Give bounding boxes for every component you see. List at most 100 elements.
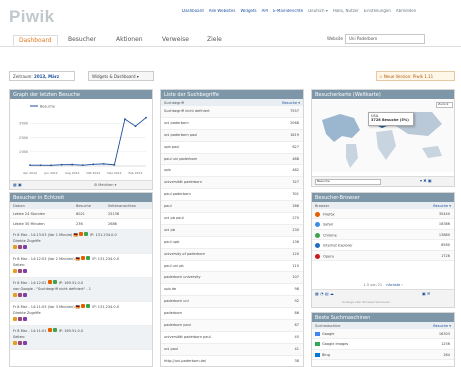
keyword-visits: 98 <box>294 287 299 292</box>
visit-log-item[interactable]: Fr 8 Mar - 14:12:02 IP: 169.51.0.0 von Go… <box>10 277 152 302</box>
summary-pageviews: 2686 <box>108 222 117 227</box>
period-selector[interactable]: Zeitraum: 2013, März <box>9 71 75 81</box>
browser-footnote[interactable]: Anzeige aller Browser-Versionen <box>342 300 390 305</box>
website-select[interactable]: Uni Paderborn <box>345 34 425 44</box>
map-metric-select[interactable]: Besuche <box>315 179 381 185</box>
keyword-label: upb paul <box>164 144 180 149</box>
browser-row[interactable]: Firefox 30440 <box>312 209 454 220</box>
top-link[interactable]: E-Mail-Berichte <box>273 9 303 13</box>
summary-visits: 8021 <box>76 212 85 216</box>
top-link[interactable]: Dashboard <box>182 9 204 13</box>
top-link[interactable]: Einstellungen <box>364 9 391 13</box>
top-link[interactable]: API <box>262 9 268 13</box>
widget-title[interactable]: Besucher in Echtzeit <box>10 193 152 202</box>
keyword-row[interactable]: upb paul 827 <box>161 142 303 154</box>
pager-next[interactable]: nächste › <box>386 283 402 287</box>
legend-label: Besuche <box>40 105 55 109</box>
widget-title[interactable]: Besucher-Browser <box>312 193 454 202</box>
keyword-row[interactable]: paderborn uni 92 <box>161 296 303 309</box>
visualization-icons[interactable]: ▦ ◔ ▤ ☁ <box>315 291 334 297</box>
keyword-row[interactable]: upb de 98 <box>161 284 303 297</box>
widget-title[interactable]: Besucherkarte (Weltkarte) <box>312 90 454 99</box>
widget-title[interactable]: Graph der letzten Besuche <box>10 90 152 99</box>
page-icon <box>13 317 17 322</box>
col-searchengine: Suchmaschine <box>315 324 341 328</box>
data-point <box>113 163 116 166</box>
widget-title[interactable]: Liste der Suchbegriffe <box>161 90 303 99</box>
x-tick-label: Dez 2012 <box>107 171 121 175</box>
keyword-row[interactable]: upb 482 <box>161 165 303 178</box>
tab-dashboard[interactable]: Dashboard <box>13 35 58 47</box>
browser-row[interactable]: Safari 16386 <box>312 219 454 230</box>
os-mini-icon <box>52 279 57 284</box>
tab-besucher[interactable]: Besucher <box>68 36 96 43</box>
keyword-row[interactable]: paul 286 <box>161 201 303 214</box>
browser-row[interactable]: Opera 1726 <box>312 250 454 261</box>
keyword-row[interactable]: paul uni pb 115 <box>161 261 303 273</box>
top-link[interactable]: Deutsch ▾ <box>308 9 328 13</box>
world-map[interactable] <box>312 100 454 172</box>
keyword-row[interactable]: uni paderborn paul 1619 <box>161 129 303 142</box>
keyword-row[interactable]: paderborn paul 67 <box>161 320 303 332</box>
widgets-dashboard-button[interactable]: Widgets & Dashboard ▾ <box>88 71 154 81</box>
page-icon <box>18 245 22 250</box>
top-link[interactable]: Abmelden <box>396 9 416 13</box>
search-engine-row[interactable]: Google Images 1256 <box>312 339 454 350</box>
browser-visits: 16386 <box>438 222 450 227</box>
keyword-label: paderborn university <box>164 275 201 280</box>
keyword-visits: 45 <box>294 334 299 339</box>
keyword-row[interactable]: paul upb 136 <box>161 237 303 249</box>
export-icon[interactable]: ▣ ✉ <box>422 291 430 297</box>
zoom-out-button[interactable]: Zurück <box>436 102 453 108</box>
col-visits-sort[interactable]: Besuche ▾ <box>433 204 451 208</box>
top-link[interactable]: Alle Websites <box>209 9 236 13</box>
keyword-row[interactable]: uni pb paul 270 <box>161 213 303 225</box>
summary-label: Letzte 30 Minuten <box>13 222 45 227</box>
tab-aktionen[interactable]: Aktionen <box>116 36 143 43</box>
top-links: Dashboard Alle Websites Widgets API E-Mail-B… <box>182 9 458 14</box>
visit-log-item[interactable]: Fr 8 Mar - 14:11:01 IP: 169.51.0.0 Seiten… <box>10 325 152 350</box>
keyword-row[interactable]: http://uni-paderborn.de/38 <box>161 356 303 366</box>
keyword-row[interactable]: paul uni paderborn 488 <box>161 153 303 166</box>
series-line <box>29 117 147 166</box>
piwik-logo[interactable]: Piwik <box>9 7 54 27</box>
browser-row[interactable]: Chrome 13880 <box>312 229 454 241</box>
keyword-row[interactable]: uni paul 41 <box>161 343 303 356</box>
keyword-visits: 41 <box>294 346 299 351</box>
browser-icon <box>315 253 320 259</box>
keyword-visits: 38 <box>294 358 299 363</box>
tab-verweise[interactable]: Verweise <box>162 36 189 43</box>
search-engine-row[interactable]: Google 16303 <box>312 329 454 340</box>
widget-title[interactable]: Beste Suchmaschinen <box>312 313 454 322</box>
keyword-row[interactable]: paderborn university 107 <box>161 272 303 285</box>
keyword-row[interactable]: uni pb 230 <box>161 224 303 237</box>
data-point <box>134 125 137 128</box>
update-notice[interactable]: ⚠ Neue Version: Piwik 1.11 <box>376 71 455 81</box>
visit-log-item[interactable]: Fr 8 Mar - 14:13:03 (Vor 1 Minute) 🇩🇪 IP… <box>10 229 152 254</box>
keyword-visits: 115 <box>292 263 299 268</box>
keyword-row[interactable]: paul paderborn 301 <box>161 189 303 202</box>
x-tick-label: Aug 2012 <box>65 171 80 175</box>
top-link[interactable]: Hallo, Nutzer <box>333 9 359 13</box>
keyword-row[interactable]: universität paderborn 327 <box>161 177 303 190</box>
table-icon[interactable]: ▦ ▣ <box>13 182 22 188</box>
visit-log-item[interactable]: Fr 8 Mar - 14:12:03 (Vor 2 Minuten) 🇩🇪 I… <box>10 254 152 278</box>
keyword-row[interactable]: universität paderborn paul 45 <box>161 332 303 344</box>
page-icon <box>18 341 22 346</box>
map-footer: Besuche ▾ ✖ ▣ <box>312 176 454 186</box>
top-link[interactable]: Widgets <box>240 9 256 13</box>
search-engine-row[interactable]: Bing 264 <box>312 349 454 361</box>
metrics-picker[interactable]: ⚙ Metriken ▾ <box>94 183 116 187</box>
keyword-row[interactable]: university of paderborn 120 <box>161 248 303 261</box>
export-icon[interactable]: ▾ ✖ ▣ <box>420 178 432 184</box>
browser-visits: 30440 <box>438 212 450 216</box>
visit-log-item[interactable]: Fr 8 Mar - 14:11:03 (Vor 3 Minuten) 🇩🇪 I… <box>10 302 152 326</box>
browser-row[interactable]: Internet Explorer 8580 <box>312 240 454 251</box>
col-visits-sort[interactable]: Besuche ▾ <box>282 101 300 105</box>
tab-ziele[interactable]: Ziele <box>207 36 222 43</box>
keyword-row[interactable]: Suchbegriff nicht definiert 7557 <box>161 106 303 118</box>
col-visits-sort[interactable]: Besuche ▾ <box>433 324 451 328</box>
keyword-row[interactable]: uni paderborn 2068 <box>161 118 303 130</box>
summary-row: Letzte 24 Stunden 8021 25136 <box>10 209 152 220</box>
keyword-row[interactable]: paderborn 86 <box>161 308 303 321</box>
